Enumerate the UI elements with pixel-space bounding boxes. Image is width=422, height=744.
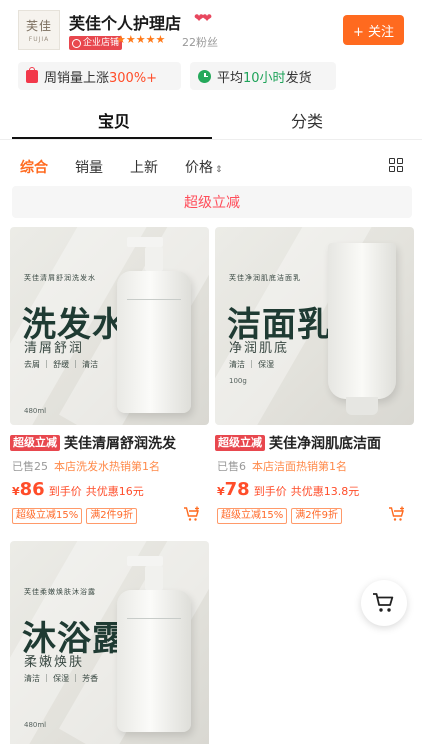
logo-text-en: FUJIA [28, 36, 50, 43]
sold-info: 已售25 本店洗发水热销第1名 [12, 458, 160, 474]
sold-info: 已售6 本店洁面热销第1名 [217, 458, 347, 474]
tab-categories[interactable]: 分类 [247, 108, 367, 132]
sold-count: 已售25 [12, 460, 48, 473]
sort-arrows-icon: ⇕ [215, 165, 223, 175]
promo-tag: 超级立减15% [12, 508, 83, 524]
image-tags: 去屑 ｜ 舒缓 ｜ 清洁 [24, 360, 99, 369]
image-subtitle: 清屑舒润 [24, 341, 85, 356]
discount-text: 共优惠16元 [85, 485, 144, 498]
shield-icon [72, 38, 81, 48]
add-to-cart-icon[interactable] [388, 506, 406, 522]
image-subtitle: 柔嫩焕肤 [24, 655, 85, 670]
shop-logo[interactable]: 芙佳 FUJIA [18, 10, 60, 50]
price-value: 78 [224, 479, 250, 500]
shopping-bag-icon [26, 66, 38, 83]
shipping-time-stat: 平均10小时发货 [190, 62, 336, 90]
weekly-sales-stat: 周销量上涨300%+ [18, 62, 181, 90]
promo-tags: 超级立减15% 满2件9折 [12, 508, 137, 524]
sales-prefix: 周销量上涨 [44, 70, 110, 86]
sort-new[interactable]: 上新 [130, 157, 158, 177]
ship-value: 10小时 [243, 70, 286, 86]
super-discount-tag: 超级立减 [10, 435, 60, 451]
image-tags: 清洁 ｜ 保湿 [229, 360, 275, 369]
sort-price[interactable]: 价格 ⇕ [185, 157, 223, 177]
fans-count: 22粉丝 [182, 36, 218, 49]
sales-rank: 本店洗发水热销第1名 [54, 460, 160, 473]
currency-symbol: ¥ [12, 485, 20, 498]
price-label: 到手价 [253, 485, 287, 498]
shop-page: 芙佳 FUJIA 芙佳个人护理店 ❤❤ 企业店铺 ★★★★★ 22粉丝 + 关注… [0, 0, 422, 744]
image-small-text: 芙佳净润肌底洁面乳 [229, 274, 301, 282]
product-title-text: 芙佳净润肌底洁面 [269, 436, 381, 452]
product-title[interactable]: 超级立减 芙佳净润肌底洁面 [215, 433, 414, 453]
tab-divider [0, 139, 422, 140]
cart-icon [373, 593, 394, 612]
floating-cart-button[interactable] [361, 580, 407, 626]
grid-view-icon[interactable] [389, 158, 403, 172]
price-row: ¥78 到手价 共优惠13.8元 [217, 479, 359, 500]
product-title[interactable]: 超级立减 芙佳清屑舒润洗发 [10, 433, 209, 453]
image-small-text: 芙佳清屑舒润洗发水 [24, 274, 96, 282]
currency-symbol: ¥ [217, 485, 225, 498]
bottle-image [117, 556, 191, 732]
price-row: ¥86 到手价 共优惠16元 [12, 479, 144, 500]
image-volume: 480ml [24, 721, 47, 729]
sort-comprehensive[interactable]: 综合 [20, 157, 48, 177]
sold-count: 已售6 [217, 460, 246, 473]
product-image[interactable]: 芙佳柔嫩焕肤沐浴露 沐浴露 柔嫩焕肤 清洁 ｜ 保湿 ｜ 芳香 480ml [10, 541, 209, 744]
bottle-image [117, 237, 191, 413]
clock-icon [198, 69, 211, 83]
promo-tag: 满2件9折 [86, 508, 137, 524]
follow-button[interactable]: + 关注 [343, 15, 404, 45]
rating-stars: ★★★★★ [116, 33, 166, 46]
super-discount-tag: 超级立减 [215, 435, 265, 451]
promo-tag: 超级立减15% [217, 508, 288, 524]
enterprise-badge: 企业店铺 [69, 36, 123, 50]
enterprise-badge-label: 企业店铺 [83, 38, 120, 48]
shop-name[interactable]: 芙佳个人护理店 [69, 10, 181, 34]
ship-prefix: 平均 [217, 70, 244, 86]
product-image[interactable]: 芙佳净润肌底洁面乳 洁面乳 净润肌底 清洁 ｜ 保湿 100g [215, 227, 414, 425]
shop-header: 芙佳 FUJIA 芙佳个人护理店 ❤❤ 企业店铺 ★★★★★ 22粉丝 + 关注 [0, 0, 422, 60]
promo-tags: 超级立减15% 满2件9折 [217, 508, 342, 524]
image-subtitle: 净润肌底 [229, 341, 290, 356]
image-small-text: 芙佳柔嫩焕肤沐浴露 [24, 588, 96, 596]
logo-text-cn: 芙佳 [25, 19, 52, 33]
heart-icon: ❤❤ [194, 11, 212, 25]
sales-value: 300%+ [109, 70, 158, 86]
image-tags: 清洁 ｜ 保湿 ｜ 芳香 [24, 674, 99, 683]
add-to-cart-icon[interactable] [183, 506, 201, 522]
promo-tag: 满2件9折 [291, 508, 342, 524]
tube-image [328, 243, 396, 415]
sort-price-label: 价格 [185, 160, 213, 176]
sales-rank: 本店洁面热销第1名 [252, 460, 347, 473]
promo-banner[interactable]: 超级立减 [12, 186, 412, 218]
image-volume: 100g [229, 377, 247, 385]
tab-products[interactable]: 宝贝 [54, 108, 174, 132]
discount-text: 共优惠13.8元 [290, 485, 360, 498]
price-label: 到手价 [48, 485, 82, 498]
sort-sales[interactable]: 销量 [75, 157, 103, 177]
ship-suffix: 发货 [285, 70, 312, 86]
image-volume: 480ml [24, 407, 47, 415]
price-value: 86 [19, 479, 45, 500]
product-image[interactable]: 芙佳清屑舒润洗发水 洗发水 清屑舒润 去屑 ｜ 舒缓 ｜ 清洁 480ml [10, 227, 209, 425]
product-title-text: 芙佳清屑舒润洗发 [64, 436, 176, 452]
